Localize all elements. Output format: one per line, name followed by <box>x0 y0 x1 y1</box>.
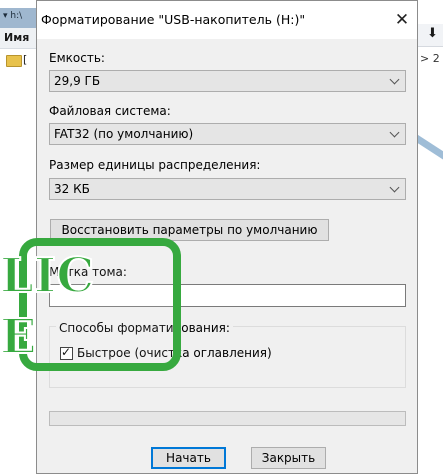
filesystem-label: Файловая система: <box>49 104 171 118</box>
capacity-select[interactable]: 29,9 ГБ <box>49 70 406 92</box>
background-title-text: ▾ h:\ <box>3 11 23 21</box>
chevron-down-icon <box>389 127 400 138</box>
watermark-text-bottom: E <box>0 308 38 366</box>
background-right-text: > 2 <box>420 52 440 65</box>
cluster-size-label: Размер единицы распределения: <box>49 158 261 172</box>
chevron-down-icon <box>389 182 400 193</box>
format-progress-bar <box>49 411 406 426</box>
filesystem-select[interactable]: FAT32 (по умолчанию) <box>49 123 406 145</box>
filesystem-value: FAT32 (по умолчанию) <box>54 127 194 141</box>
chevron-down-icon <box>389 74 400 85</box>
download-arrow-icon[interactable]: ⬇ <box>427 26 438 41</box>
background-window-left <box>0 0 36 474</box>
background-folder-label: [ <box>23 53 28 66</box>
dialog-title: Форматирование "USB-накопитель (H:)" <box>41 12 306 27</box>
folder-icon <box>6 55 22 67</box>
capacity-value: 29,9 ГБ <box>54 74 101 88</box>
watermark-text-top: LIC <box>0 247 95 305</box>
close-button[interactable]: Закрыть <box>251 447 326 469</box>
close-icon[interactable]: ✕ <box>390 8 414 32</box>
background-window-right <box>418 0 443 474</box>
start-button[interactable]: Начать <box>151 447 226 469</box>
cluster-size-value: 32 КБ <box>54 182 90 196</box>
dialog-titlebar[interactable]: Форматирование "USB-накопитель (H:)" ✕ <box>37 1 417 39</box>
format-dialog: Форматирование "USB-накопитель (H:)" ✕ Е… <box>36 0 418 474</box>
background-column-name[interactable]: Имя <box>4 31 29 44</box>
capacity-label: Емкость: <box>49 51 105 65</box>
cluster-size-select[interactable]: 32 КБ <box>49 178 406 200</box>
